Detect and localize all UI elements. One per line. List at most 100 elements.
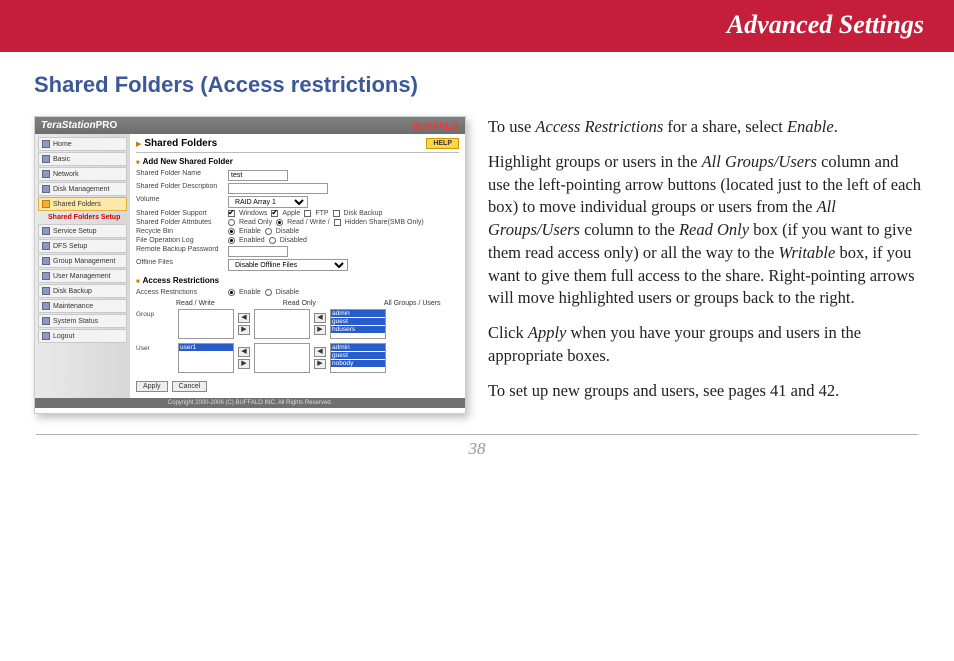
user-rw-list[interactable]: user1: [178, 343, 234, 373]
arrow-left-icon[interactable]: ◀: [238, 347, 250, 357]
shot-footer: Copyright 2000-2006 (C) BUFFALO INC. All…: [35, 398, 465, 408]
ar-user-row: User user1 ◀▶ ◀▶ admin guest nobody: [136, 343, 459, 373]
sidebar-item-home[interactable]: Home: [38, 137, 127, 151]
chk-hidden[interactable]: [334, 219, 341, 226]
col-ro: Read Only: [283, 300, 316, 307]
cancel-button[interactable]: Cancel: [172, 381, 208, 392]
arrow-right-icon[interactable]: ▶: [238, 359, 250, 369]
list-item[interactable]: admin: [331, 344, 385, 351]
screenshot-panel: TeraStationPRO BUFFALO Home Basic Networ…: [34, 116, 466, 414]
list-item[interactable]: admin: [331, 310, 385, 317]
caret-icon: ▶: [136, 141, 141, 148]
group-all-list[interactable]: admin guest hdusers: [330, 309, 386, 339]
rad-log-enabled[interactable]: [228, 237, 235, 244]
label: Shared Folder Description: [136, 183, 228, 190]
sidebar-item-shared-folders[interactable]: Shared Folders: [38, 197, 127, 211]
rad-readwrite[interactable]: [276, 219, 283, 226]
backup-icon: [42, 287, 50, 295]
sidebar-item-label: Maintenance: [53, 303, 93, 310]
logo-main: TeraStation: [41, 120, 96, 131]
shot-body: Home Basic Network Disk Management Share…: [35, 134, 465, 398]
folder-icon: [42, 200, 50, 208]
logo: TeraStationPRO: [41, 120, 117, 131]
status-icon: [42, 317, 50, 325]
label: Shared Folder Support: [136, 210, 228, 217]
sidebar-item-label: Basic: [53, 156, 70, 163]
rad-ar-enable[interactable]: [228, 289, 235, 296]
logout-icon: [42, 332, 50, 340]
section-title: Shared Folders (Access restrictions): [0, 52, 954, 116]
sidebar-item-dfs[interactable]: DFS Setup: [38, 239, 127, 253]
panel-title: ▶Shared Folders: [136, 138, 217, 149]
network-icon: [42, 170, 50, 178]
list-item[interactable]: guest: [331, 352, 385, 359]
group-label: Group: [136, 309, 174, 318]
chk-windows[interactable]: [228, 210, 235, 217]
label: Shared Folder Attributes: [136, 219, 228, 226]
chk-apple[interactable]: [271, 210, 278, 217]
rad-log-disabled[interactable]: [269, 237, 276, 244]
sidebar-item-maintenance[interactable]: Maintenance: [38, 299, 127, 313]
rad-recycle-enable[interactable]: [228, 228, 235, 235]
paragraph: To use Access Restrictions for a share, …: [488, 116, 924, 139]
logo-suffix: PRO: [96, 120, 118, 131]
sidebar-item-service[interactable]: Service Setup: [38, 224, 127, 238]
sidebar-item-label: Logout: [53, 333, 74, 340]
list-item[interactable]: nobody: [331, 360, 385, 367]
sidebar-item-network[interactable]: Network: [38, 167, 127, 181]
volume-select[interactable]: RAID Array 1: [228, 196, 308, 208]
apply-button[interactable]: Apply: [136, 381, 168, 392]
row-volume: Volume RAID Array 1: [136, 195, 459, 209]
main-panel: ▶Shared Folders HELP ■Add New Shared Fol…: [130, 134, 465, 398]
arrow-right-icon[interactable]: ▶: [314, 359, 326, 369]
arrow-left-icon[interactable]: ◀: [314, 347, 326, 357]
page-number: 38: [0, 439, 954, 459]
label: Remote Backup Password: [136, 246, 228, 253]
sidebar-item-shared-setup[interactable]: Shared Folders Setup: [38, 212, 127, 223]
arrow-left-icon[interactable]: ◀: [238, 313, 250, 323]
list-item[interactable]: user1: [179, 344, 233, 351]
row-support: Shared Folder Support Windows Apple FTP …: [136, 209, 459, 218]
rad-readonly[interactable]: [228, 219, 235, 226]
row-offline: Offline Files Disable Offline Files: [136, 258, 459, 272]
sidebar-item-user[interactable]: User Management: [38, 269, 127, 283]
user-ro-list[interactable]: [254, 343, 310, 373]
rad-recycle-disable[interactable]: [265, 228, 272, 235]
body-text: To use Access Restrictions for a share, …: [488, 116, 924, 414]
sidebar-item-basic[interactable]: Basic: [38, 152, 127, 166]
row-oplog: File Operation Log Enabled Disabled: [136, 236, 459, 245]
rbpw-input[interactable]: [228, 246, 288, 257]
chk-backup[interactable]: [333, 210, 340, 217]
sidebar-item-backup[interactable]: Disk Backup: [38, 284, 127, 298]
bullet-icon: ■: [136, 160, 140, 166]
desc-input[interactable]: [228, 183, 328, 194]
dfs-icon: [42, 242, 50, 250]
panel-head: ▶Shared Folders HELP: [136, 138, 459, 153]
list-item[interactable]: hdusers: [331, 326, 385, 333]
arrow-right-icon[interactable]: ▶: [238, 325, 250, 335]
group-rw-list[interactable]: [178, 309, 234, 339]
sidebar-item-label: Network: [53, 171, 79, 178]
sidebar-item-disk[interactable]: Disk Management: [38, 182, 127, 196]
list-item[interactable]: guest: [331, 318, 385, 325]
sidebar-item-label: Disk Backup: [53, 288, 92, 295]
help-button[interactable]: HELP: [426, 138, 459, 149]
arrow-left-icon[interactable]: ◀: [314, 313, 326, 323]
offline-select[interactable]: Disable Offline Files: [228, 259, 348, 271]
user-all-list[interactable]: admin guest nobody: [330, 343, 386, 373]
chk-ftp[interactable]: [304, 210, 311, 217]
banner: Advanced Settings: [0, 0, 954, 52]
group-ro-list[interactable]: [254, 309, 310, 339]
sidebar-item-status[interactable]: System Status: [38, 314, 127, 328]
col-all: All Groups / Users: [384, 300, 441, 307]
brand: BUFFALO: [413, 121, 459, 131]
arrow-right-icon[interactable]: ▶: [314, 325, 326, 335]
name-input[interactable]: [228, 170, 288, 181]
label: Volume: [136, 196, 228, 203]
sidebar-item-group[interactable]: Group Management: [38, 254, 127, 268]
bullet-icon: ■: [136, 279, 140, 285]
page-divider: [36, 434, 918, 435]
rad-ar-disable[interactable]: [265, 289, 272, 296]
sidebar-item-logout[interactable]: Logout: [38, 329, 127, 343]
row-ar-enable: Access Restrictions Enable Disable: [136, 288, 459, 297]
